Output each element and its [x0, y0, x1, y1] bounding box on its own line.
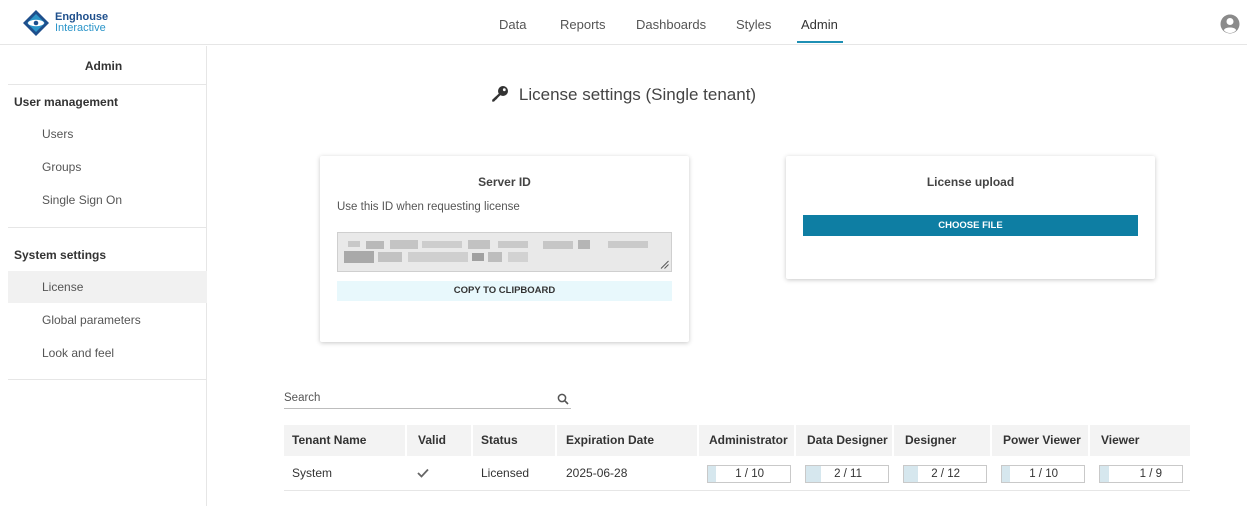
license-usage-text: 2 / 12: [931, 468, 960, 480]
server-id-hint: Use this ID when requesting license: [337, 201, 520, 213]
cell-tenant-name: System: [292, 466, 333, 480]
license-usage-text: 2 / 11: [834, 468, 862, 480]
sidebar: Admin User management Users Groups Singl…: [0, 46, 207, 506]
license-usage-power-viewer: 1 / 10: [1001, 465, 1085, 483]
sidebar-divider: [8, 227, 207, 228]
column-header-data-designer[interactable]: Data Designer: [807, 425, 888, 456]
column-header-tenant-name[interactable]: Tenant Name: [292, 425, 366, 456]
page-title: License settings (Single tenant): [518, 85, 757, 104]
license-usage-administrator: 1 / 10: [707, 465, 791, 483]
license-usage-data-designer: 2 / 11: [805, 465, 889, 483]
sidebar-item-users[interactable]: Users: [8, 118, 207, 150]
cell-expiration-date: 2025-06-28: [566, 466, 628, 480]
license-usage-fill: [1100, 466, 1109, 482]
resize-handle-icon[interactable]: [660, 260, 669, 269]
sidebar-item-groups[interactable]: Groups: [8, 151, 207, 183]
nav-dashboards[interactable]: Dashboards: [636, 17, 706, 32]
top-bar: Enghouse Interactive Data Reports Dashbo…: [0, 0, 1247, 45]
nav-reports[interactable]: Reports: [560, 17, 606, 32]
copy-to-clipboard-button[interactable]: COPY TO CLIPBOARD: [337, 281, 672, 301]
column-header-viewer[interactable]: Viewer: [1101, 425, 1139, 456]
server-id-textarea[interactable]: [337, 232, 672, 272]
sidebar-item-license[interactable]: License: [8, 271, 207, 303]
key-icon: [492, 86, 508, 102]
license-usage-text: 1 / 10: [1029, 468, 1058, 480]
search-input[interactable]: [284, 388, 544, 408]
sidebar-section-system-settings: System settings: [14, 248, 107, 262]
license-usage-viewer: 1 / 9: [1099, 465, 1183, 483]
nav-data[interactable]: Data: [499, 17, 526, 32]
table-row[interactable]: System Licensed 2025-06-28 1 / 10 2 / 11…: [284, 456, 1190, 491]
nav-active-indicator: [797, 41, 843, 43]
sidebar-item-look-and-feel[interactable]: Look and feel: [8, 337, 207, 369]
search-box: [284, 388, 571, 409]
license-usage-fill: [806, 466, 821, 482]
license-usage-text: 1 / 10: [735, 468, 764, 480]
license-usage-designer: 2 / 12: [903, 465, 987, 483]
search-icon[interactable]: [557, 393, 569, 405]
nav-styles[interactable]: Styles: [736, 17, 771, 32]
cell-status: Licensed: [481, 466, 530, 480]
column-header-expiration-date[interactable]: Expiration Date: [566, 425, 654, 456]
column-header-power-viewer[interactable]: Power Viewer: [1003, 425, 1081, 456]
nav-admin[interactable]: Admin: [801, 17, 838, 32]
server-id-title: Server ID: [478, 175, 531, 189]
column-header-valid[interactable]: Valid: [418, 425, 446, 456]
sidebar-divider: [8, 379, 207, 380]
choose-file-button[interactable]: CHOOSE FILE: [803, 215, 1138, 236]
license-usage-fill: [904, 466, 918, 482]
user-avatar-icon[interactable]: [1220, 14, 1240, 34]
license-upload-title: License upload: [926, 175, 1015, 189]
license-usage-fill: [1002, 466, 1010, 482]
license-usage-text: 1 / 9: [1139, 468, 1162, 480]
license-usage-fill: [708, 466, 716, 482]
sidebar-title: Admin: [84, 59, 123, 73]
sidebar-item-single-sign-on[interactable]: Single Sign On: [8, 184, 207, 216]
valid-check-icon: [417, 468, 429, 478]
server-id-card: Server ID Use this ID when requesting li…: [320, 156, 689, 342]
column-header-status[interactable]: Status: [481, 425, 518, 456]
column-header-administrator[interactable]: Administrator: [709, 425, 788, 456]
sidebar-item-global-parameters[interactable]: Global parameters: [8, 304, 207, 336]
main-nav: Data Reports Dashboards Styles Admin: [0, 0, 1247, 45]
license-upload-card: License upload CHOOSE FILE: [786, 156, 1155, 279]
table-header: Tenant Name Valid Status Expiration Date…: [284, 425, 1190, 456]
page-header: License settings (Single tenant): [0, 85, 1247, 105]
column-header-designer[interactable]: Designer: [905, 425, 956, 456]
